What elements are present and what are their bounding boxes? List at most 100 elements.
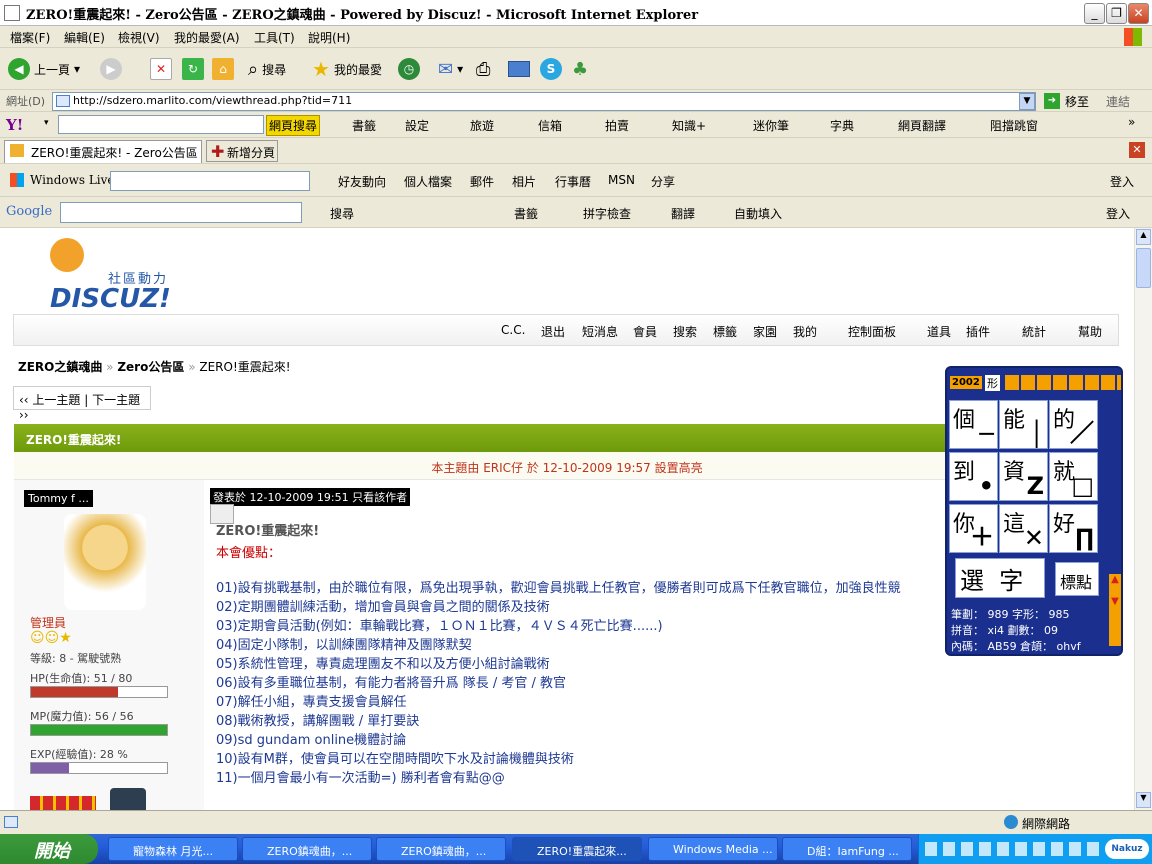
yahoo-notepad[interactable]: 迷你筆 — [753, 117, 789, 134]
discuz-logo[interactable]: 社區動力 DISCUZ! — [46, 236, 196, 314]
nav-plugins[interactable]: 插件 — [966, 323, 990, 340]
go-button[interactable]: 移至 — [1065, 93, 1089, 110]
home-button[interactable]: ⌂ — [212, 56, 234, 82]
nav-search[interactable]: 搜索 — [673, 323, 697, 340]
go-arrow-icon[interactable]: ➜ — [1044, 93, 1060, 109]
yahoo-knowledge[interactable]: 知識+ — [672, 117, 706, 134]
scroll-thumb[interactable] — [1136, 248, 1151, 288]
yahoo-dictionary[interactable]: 字典 — [830, 117, 854, 134]
nav-tags[interactable]: 標籤 — [713, 323, 737, 340]
yahoo-auction[interactable]: 拍賣 — [605, 117, 629, 134]
print-button[interactable]: ⎙ — [476, 56, 490, 82]
taskbar-item[interactable]: ZERO鎮魂曲，... — [242, 837, 372, 861]
avatar[interactable] — [64, 514, 146, 610]
breadcrumb-forum[interactable]: ZERO之鎮魂曲 — [18, 360, 102, 374]
skype-button[interactable]: S — [540, 56, 562, 82]
minimize-button[interactable]: _ — [1084, 3, 1105, 24]
scroll-up-icon[interactable]: ▲ — [1136, 229, 1151, 245]
author-name[interactable]: Tommy f ... — [24, 490, 93, 507]
yahoo-travel[interactable]: 旅遊 — [470, 117, 494, 134]
ime-scroll-icon[interactable]: ▲ ▼ — [1109, 574, 1121, 646]
ime-tool-icons[interactable] — [1005, 375, 1121, 390]
ime-punct-button[interactable]: 標點 — [1055, 562, 1099, 596]
live-friends[interactable]: 好友動向 — [338, 173, 386, 190]
nav-logout[interactable]: 退出 — [541, 323, 565, 340]
back-button[interactable]: ◀ 上一頁 ▾ — [8, 56, 80, 82]
start-button[interactable]: 開始 — [0, 834, 98, 864]
address-input[interactable]: http://sdzero.marlito.com/viewthread.php… — [52, 92, 1036, 111]
nav-stats[interactable]: 統計 — [1022, 323, 1046, 340]
taskbar-item[interactable]: Windows Media ... — [648, 837, 778, 861]
nav-members[interactable]: 會員 — [633, 323, 657, 340]
live-mail[interactable]: 郵件 — [470, 173, 494, 190]
tray-icons[interactable] — [925, 842, 1101, 856]
taskbar-item[interactable]: D組：IamFung ... — [782, 837, 912, 861]
yahoo-bookmarks[interactable]: 書籤 — [352, 117, 376, 134]
yahoo-translate[interactable]: 網頁翻譯 — [898, 117, 946, 134]
scroll-down-icon[interactable]: ▼ — [1136, 792, 1151, 808]
live-share[interactable]: 分享 — [651, 173, 675, 190]
favorites-button[interactable]: ★ 我的最愛 — [312, 56, 382, 82]
ime-cell[interactable]: 的／ — [1049, 400, 1098, 449]
nav-help[interactable]: 幫助 — [1078, 323, 1102, 340]
ime-cell[interactable]: 資Z — [999, 452, 1048, 501]
google-spellcheck[interactable]: 拼字檢查 — [583, 205, 631, 222]
nav-messages[interactable]: 短消息 — [582, 323, 618, 340]
taskbar-item[interactable]: 寵物森林 月光... — [108, 837, 238, 861]
ime-cell[interactable]: 這 ✕ — [999, 504, 1048, 553]
history-button[interactable]: ◷ — [398, 56, 420, 82]
maximize-button[interactable]: ❐ — [1106, 3, 1127, 24]
nav-control-panel[interactable]: 控制面板 — [848, 323, 896, 340]
google-login[interactable]: 登入 — [1106, 205, 1130, 222]
yahoo-search-button[interactable]: 網頁搜尋 — [266, 115, 321, 136]
tab-current[interactable]: ZERO!重震起來! - Zero公告區 ... — [4, 140, 202, 163]
live-login[interactable]: 登入 — [1110, 173, 1134, 190]
yahoo-search-input[interactable] — [58, 115, 264, 134]
refresh-button[interactable]: ↻ — [182, 56, 204, 82]
taskbar-item[interactable]: ZERO鎮魂曲，... — [376, 837, 506, 861]
google-search-button[interactable]: 搜尋 — [330, 205, 354, 222]
search-button[interactable]: ⌕ 搜尋 — [248, 56, 286, 82]
google-bookmarks[interactable]: 書籤 — [514, 205, 538, 222]
close-tab-icon[interactable]: ✕ — [1129, 142, 1145, 158]
live-msn[interactable]: MSN — [608, 173, 635, 187]
menu-view[interactable]: 檢視(V) — [118, 29, 160, 46]
live-photos[interactable]: 相片 — [512, 173, 536, 190]
yahoo-logo-icon[interactable]: Y! — [6, 116, 23, 134]
nav-my[interactable]: 我的 — [793, 323, 817, 340]
ime-panel[interactable]: 2002 形 個 ─ 能 │ 的／ 到 • 資Z 就 □ 你＋ 這 ✕ 好 ∏ 選 字 標點… — [945, 366, 1123, 656]
messenger-button[interactable]: ♣ — [572, 56, 588, 82]
nav-home[interactable]: 家園 — [753, 323, 777, 340]
page-scrollbar[interactable]: ▲ ▼ — [1134, 228, 1152, 810]
ime-cell[interactable]: 個 ─ — [949, 400, 998, 449]
menu-help[interactable]: 說明(H) — [308, 29, 350, 46]
ime-year[interactable]: 2002 — [950, 376, 982, 389]
live-calendar[interactable]: 行事曆 — [555, 173, 591, 190]
address-dropdown-icon[interactable]: ▼ — [1019, 93, 1035, 110]
forward-button[interactable]: ▶ — [100, 56, 122, 82]
google-translate[interactable]: 翻譯 — [671, 205, 695, 222]
menu-edit[interactable]: 編輯(E) — [64, 29, 105, 46]
close-button[interactable]: ✕ — [1128, 3, 1149, 24]
menu-tools[interactable]: 工具(T) — [254, 29, 295, 46]
ime-select-button[interactable]: 選 字 — [955, 558, 1045, 598]
mail-button[interactable]: ✉ ▾ — [438, 56, 463, 82]
taskbar-item-active[interactable]: ZERO!重震起來... — [512, 837, 642, 861]
menu-file[interactable]: 檔案(F) — [10, 29, 50, 46]
yahoo-popup-blocker[interactable]: 阻擋跳窗 — [990, 117, 1038, 134]
edit-button[interactable] — [508, 56, 530, 82]
yahoo-mail[interactable]: 信箱 — [538, 117, 562, 134]
ime-cell[interactable]: 到 • — [949, 452, 998, 501]
menu-favorites[interactable]: 我的最愛(A) — [174, 29, 240, 46]
stop-button[interactable]: ✕ — [150, 56, 172, 82]
ime-cell[interactable]: 就 □ — [1049, 452, 1098, 501]
nav-username[interactable]: C.C. — [501, 323, 525, 337]
links-label[interactable]: 連結 — [1106, 93, 1130, 110]
ime-cell[interactable]: 你＋ — [949, 504, 998, 553]
toolbar-overflow-icon[interactable]: » — [1128, 115, 1135, 129]
windows-live-search-input[interactable] — [110, 171, 310, 191]
google-autofill[interactable]: 自動填入 — [734, 205, 782, 222]
ime-cell[interactable]: 能 │ — [999, 400, 1048, 449]
nav-tools[interactable]: 道具 — [927, 323, 951, 340]
google-search-input[interactable] — [60, 202, 302, 223]
